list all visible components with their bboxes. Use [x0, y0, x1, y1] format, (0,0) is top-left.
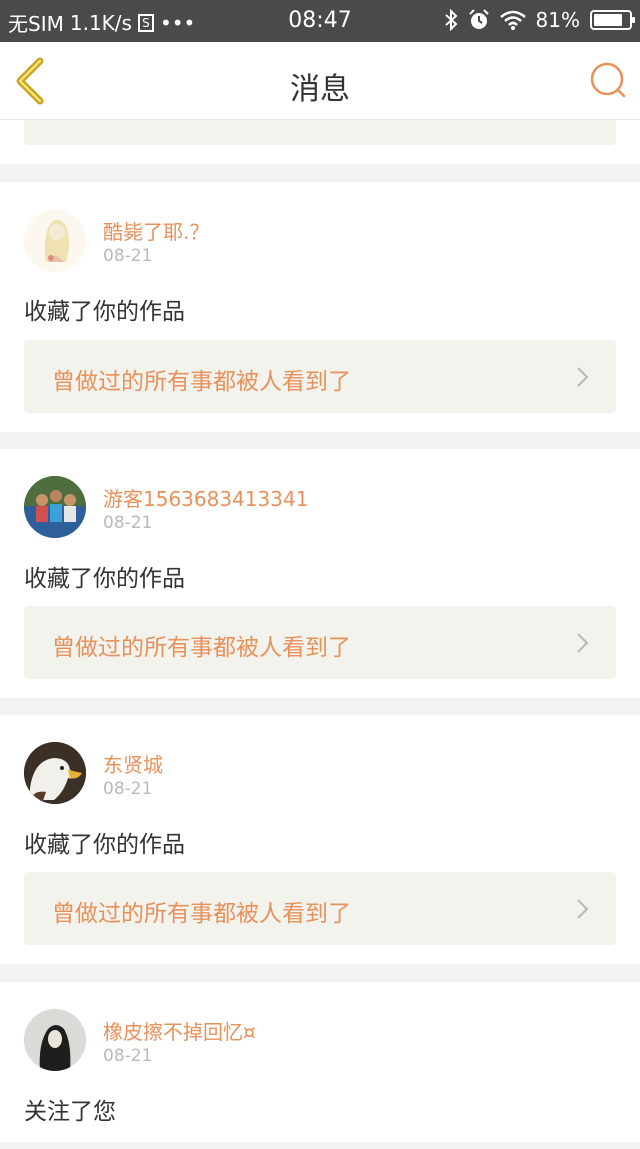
- avatar-image: [44, 219, 69, 262]
- wifi-icon: [499, 10, 526, 30]
- status-bar: 无SIM 1.1K/s S ••• 08:47 81%: [0, 0, 640, 42]
- battery-percent: 81%: [535, 8, 580, 32]
- avatar[interactable]: [24, 742, 86, 804]
- work-title: 曾做过的所有事都被人看到了: [52, 369, 351, 395]
- work-link[interactable]: 曾做过的所有事都被人看到了: [24, 340, 616, 413]
- action-text: 收藏了你的作品: [24, 566, 185, 592]
- work-title: 曾做过的所有事都被人看到了: [52, 901, 351, 927]
- alarm-icon: [468, 9, 489, 29]
- work-link[interactable]: 曾做过的所有事都被人看到了: [24, 606, 616, 679]
- search-button[interactable]: [588, 60, 630, 102]
- message-card: 游客1563683413341 08-21 收藏了你的作品 曾做过的所有事都被人…: [0, 449, 640, 698]
- message-card: 橡皮擦不掉回忆¤ 08-21 关注了您: [0, 982, 640, 1142]
- avatar-image: [24, 476, 86, 538]
- avatar[interactable]: [24, 210, 86, 272]
- chevron-right-icon: [577, 899, 589, 919]
- username[interactable]: 橡皮擦不掉回忆¤: [103, 1016, 256, 1045]
- username[interactable]: 游客1563683413341: [103, 483, 308, 512]
- avatar-image: [24, 1009, 86, 1071]
- message-card: 东贤城 08-21 收藏了你的作品 曾做过的所有事都被人看到了: [0, 715, 640, 964]
- action-text: 收藏了你的作品: [24, 299, 185, 325]
- previous-work-ref[interactable]: [24, 120, 616, 145]
- battery-fill: [594, 14, 622, 26]
- avatar-image: [24, 742, 86, 804]
- message-list: 酷毙了耶.？ 08-21 收藏了你的作品 曾做过的所有事都被人看到了 游客156…: [0, 120, 640, 1149]
- avatar[interactable]: [24, 1009, 86, 1071]
- action-text: 收藏了你的作品: [24, 832, 185, 858]
- message-card: 酷毙了耶.？ 08-21 收藏了你的作品 曾做过的所有事都被人看到了: [0, 182, 640, 432]
- chevron-right-icon: [577, 633, 589, 653]
- action-text: 关注了您: [24, 1099, 116, 1125]
- status-right: 81%: [444, 8, 635, 32]
- bluetooth-icon: [444, 9, 457, 31]
- message-date: 08-21: [103, 779, 153, 799]
- work-title: 曾做过的所有事都被人看到了: [52, 635, 351, 661]
- avatar[interactable]: [24, 476, 86, 538]
- chevron-right-icon: [577, 367, 589, 387]
- battery-icon: [590, 10, 635, 30]
- username[interactable]: 东贤城: [103, 749, 163, 778]
- nav-bar: 消息: [0, 42, 640, 120]
- message-date: 08-21: [103, 246, 153, 266]
- message-date: 08-21: [103, 1046, 153, 1066]
- username[interactable]: 酷毙了耶.？: [103, 216, 209, 245]
- page-title: 消息: [290, 72, 350, 107]
- previous-message-card: [0, 120, 640, 164]
- work-link[interactable]: 曾做过的所有事都被人看到了: [24, 872, 616, 945]
- message-date: 08-21: [103, 513, 153, 533]
